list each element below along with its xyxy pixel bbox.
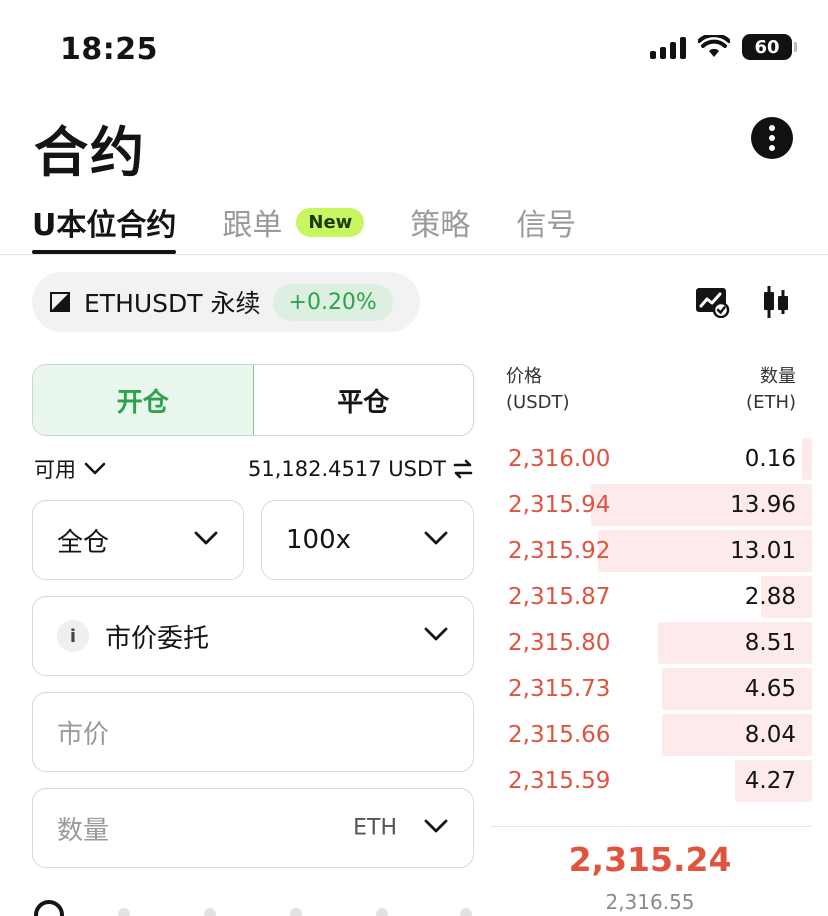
- transfer-icon[interactable]: [452, 459, 474, 479]
- slider-step[interactable]: [460, 908, 472, 916]
- candlestick-icon[interactable]: [762, 284, 790, 320]
- order-book-divider: [490, 826, 812, 827]
- ask-quantity: 0.16: [744, 446, 796, 472]
- ask-quantity: 13.01: [730, 538, 796, 564]
- tab-label: U本位合约: [32, 208, 177, 243]
- last-price[interactable]: 2,315.24: [492, 840, 808, 879]
- ask-price: 2,315.92: [508, 538, 611, 564]
- margin-mode-value: 全仓: [57, 527, 110, 558]
- available-balance: 51,182.4517 USDT: [248, 457, 446, 481]
- leverage-select[interactable]: 100x: [261, 500, 474, 580]
- tab-strategy[interactable]: 策略: [410, 196, 470, 248]
- amount-slider-handle[interactable]: [34, 900, 64, 916]
- symbol-switch-icon: [50, 292, 70, 312]
- ask-price: 2,315.94: [508, 492, 611, 518]
- tab-label: 信号: [516, 208, 577, 243]
- order-book-row[interactable]: 2,315.87 2.88: [492, 574, 812, 620]
- quantity-unit: ETH: [353, 815, 397, 841]
- order-book-row[interactable]: 2,315.94 13.96: [492, 482, 812, 528]
- order-book-row[interactable]: 2,315.80 8.51: [492, 620, 812, 666]
- ask-quantity: 8.51: [744, 630, 796, 656]
- depth-bar: [802, 438, 812, 480]
- price-column-header: 价格: [506, 366, 542, 387]
- quantity-placeholder: 数量: [57, 815, 110, 846]
- ask-quantity: 4.27: [744, 768, 796, 794]
- ask-price: 2,315.87: [508, 584, 611, 610]
- ask-price: 2,315.66: [508, 722, 611, 748]
- available-balance-row: 可用 51,182.4517 USDT: [34, 454, 474, 484]
- slider-step[interactable]: [118, 908, 130, 916]
- order-type-value: 市价委托: [105, 623, 210, 654]
- quantity-column-unit: (ETH): [746, 392, 796, 413]
- price-change-badge: +0.20%: [272, 283, 393, 321]
- order-book-row[interactable]: 2,315.92 13.01: [492, 528, 812, 574]
- available-label: 可用: [34, 458, 76, 482]
- slider-step[interactable]: [290, 908, 302, 916]
- symbol-name: ETHUSDT 永续: [84, 289, 261, 318]
- more-options-button[interactable]: [751, 117, 793, 159]
- slider-step[interactable]: [376, 908, 388, 916]
- status-time: 18:25: [60, 32, 158, 67]
- chevron-down-icon[interactable]: [423, 818, 449, 836]
- order-book-asks: 2,316.00 0.16 2,315.94 13.96 2,315.92 13.01 2,…: [492, 436, 812, 804]
- product-tabs: U本位合约 跟单 New 策略 信号: [32, 196, 622, 254]
- open-position-button[interactable]: 开仓: [33, 365, 254, 435]
- ask-price: 2,316.00: [508, 446, 611, 472]
- order-book-row[interactable]: 2,315.73 4.65: [492, 666, 812, 712]
- open-close-toggle: 开仓 平仓: [32, 364, 474, 436]
- ask-quantity: 2.88: [744, 584, 796, 610]
- battery-level: 60: [754, 36, 780, 58]
- chevron-down-icon: [424, 531, 448, 545]
- chevron-down-icon: [424, 627, 448, 641]
- ask-quantity: 8.04: [744, 722, 796, 748]
- ask-quantity: 13.96: [730, 492, 796, 518]
- order-book-row[interactable]: 2,316.00 0.16: [492, 436, 812, 482]
- info-icon[interactable]: i: [57, 620, 89, 652]
- battery-icon: 60: [742, 34, 797, 60]
- tab-signals[interactable]: 信号: [516, 196, 576, 248]
- ask-price: 2,315.73: [508, 676, 611, 702]
- tabs-divider: [0, 254, 828, 255]
- chevron-down-icon: [84, 462, 106, 475]
- margin-mode-select[interactable]: 全仓: [32, 500, 244, 580]
- ask-quantity: 4.65: [744, 676, 796, 702]
- price-input[interactable]: 市价: [32, 692, 474, 772]
- page-title: 合约: [34, 121, 146, 184]
- price-placeholder: 市价: [57, 719, 110, 750]
- chart-icon[interactable]: [694, 286, 730, 318]
- order-type-select[interactable]: i 市价委托: [32, 596, 474, 676]
- chevron-down-icon: [194, 531, 218, 545]
- quantity-input[interactable]: 数量 ETH: [32, 788, 474, 868]
- tab-copy-trading[interactable]: 跟单 New: [222, 196, 365, 248]
- quantity-column-header: 数量: [760, 366, 796, 387]
- available-dropdown[interactable]: 可用: [34, 454, 106, 484]
- close-position-button[interactable]: 平仓: [254, 365, 474, 435]
- new-badge: New: [296, 207, 365, 237]
- wifi-icon: [698, 35, 730, 57]
- tab-label: 策略: [410, 208, 471, 243]
- tab-label: 跟单: [222, 208, 283, 243]
- status-icons: 60: [650, 34, 797, 60]
- leverage-value: 100x: [286, 525, 352, 555]
- tab-usdt-futures[interactable]: U本位合约: [32, 196, 177, 254]
- mark-price: 2,316.55: [605, 890, 695, 914]
- price-column-unit: (USDT): [506, 392, 570, 413]
- order-book-row[interactable]: 2,315.59 4.27: [492, 758, 812, 804]
- order-book-row[interactable]: 2,315.66 8.04: [492, 712, 812, 758]
- ask-price: 2,315.59: [508, 768, 611, 794]
- slider-step[interactable]: [204, 908, 216, 916]
- cellular-signal-icon: [650, 35, 686, 59]
- ask-price: 2,315.80: [508, 630, 611, 656]
- symbol-selector[interactable]: ETHUSDT 永续 +0.20%: [32, 272, 420, 332]
